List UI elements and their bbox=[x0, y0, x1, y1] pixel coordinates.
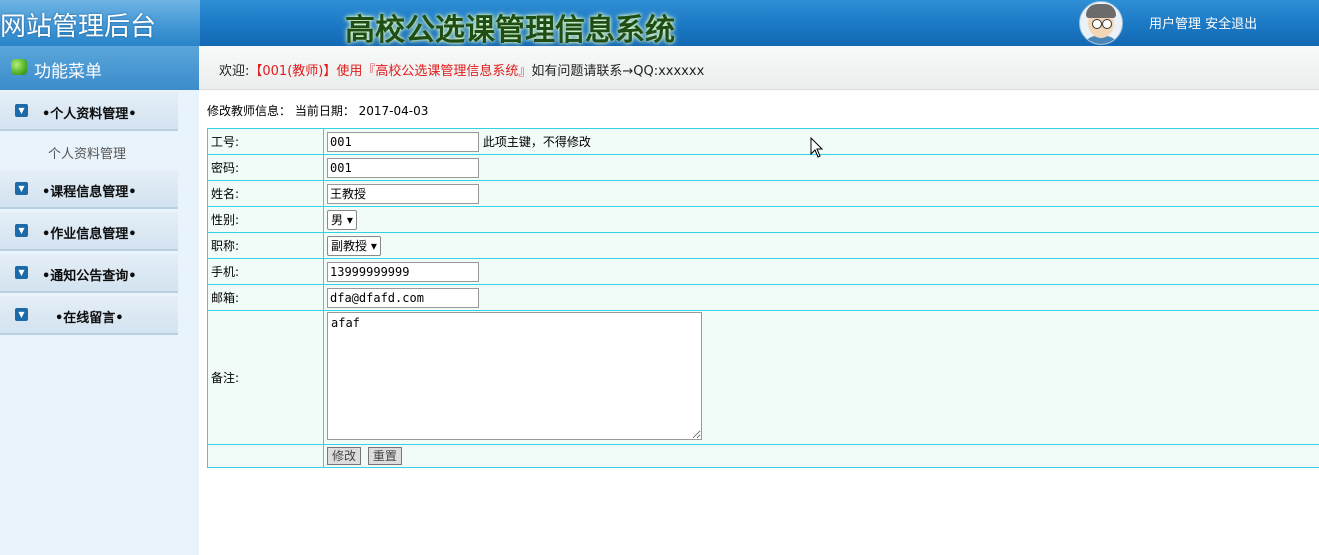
field-label: 工号: bbox=[207, 128, 324, 155]
field-cell bbox=[323, 284, 1319, 311]
user-manage-link[interactable]: 用户管理 bbox=[1149, 17, 1201, 32]
chevron-down-icon: ▼ bbox=[15, 266, 28, 279]
reset-button[interactable]: 重置 bbox=[367, 447, 402, 465]
welcome-user: 【001(教师)】使用『高校公选课管理信息系统』 bbox=[249, 64, 532, 79]
sidebar-item-label: •作业信息管理• bbox=[42, 227, 137, 242]
field-label: 备注: bbox=[207, 310, 324, 445]
sidebar: 功能菜单 ▼ •个人资料管理• 个人资料管理 ▼ •课程信息管理• ▼ •作业信… bbox=[0, 46, 200, 555]
field-cell bbox=[323, 180, 1319, 207]
logo-area: 网站管理后台 bbox=[0, 0, 200, 46]
sidebar-item-label: •个人资料管理• bbox=[42, 107, 137, 122]
cube-icon bbox=[11, 59, 27, 75]
top-header: 网站管理后台 高校公选课管理信息系统 用户管理 安全退出 bbox=[0, 0, 1319, 48]
submit-button[interactable]: 修改 bbox=[327, 447, 362, 465]
user-avatar[interactable] bbox=[1079, 1, 1123, 45]
welcome-suffix: 如有问题请联系→QQ:xxxxxx bbox=[531, 64, 705, 79]
chevron-down-icon: ▾ bbox=[346, 212, 353, 227]
teacher-form: 工号: 此项主键，不得修改 密码: 姓名: 性别: 男 ▾ 职称: bbox=[207, 128, 1319, 468]
title-select[interactable]: 副教授 ▾ bbox=[327, 235, 381, 256]
sidebar-item-notices[interactable]: ▼ •通知公告查询• bbox=[0, 254, 178, 293]
field-label: 职称: bbox=[207, 232, 324, 259]
sidebar-item-homework[interactable]: ▼ •作业信息管理• bbox=[0, 212, 178, 251]
mouse-cursor-icon bbox=[810, 137, 824, 158]
menu-title: 功能菜单 bbox=[34, 62, 102, 82]
id-hint: 此项主键，不得修改 bbox=[482, 134, 591, 149]
welcome-bar: 欢迎:【001(教师)】使用『高校公选课管理信息系统』如有问题请联系→QQ:xx… bbox=[199, 46, 1319, 90]
email-input[interactable] bbox=[327, 287, 479, 308]
chevron-down-icon: ▼ bbox=[15, 308, 28, 321]
sidebar-item-label: •通知公告查询• bbox=[42, 269, 137, 284]
form-row-note: 备注: afaf bbox=[207, 310, 1319, 445]
gender-select[interactable]: 男 ▾ bbox=[327, 209, 357, 230]
field-cell: afaf bbox=[323, 310, 1319, 445]
form-info: 修改教师信息： 当前日期： 2017-04-03 bbox=[207, 104, 429, 118]
sidebar-item-label: •课程信息管理• bbox=[42, 185, 137, 200]
name-input[interactable] bbox=[327, 183, 479, 204]
field-label: 姓名: bbox=[207, 180, 324, 207]
sidebar-item-messages[interactable]: ▼ •在线留言• bbox=[0, 296, 178, 335]
field-label: 邮箱: bbox=[207, 284, 324, 311]
id-input[interactable] bbox=[327, 131, 479, 152]
button-cell: 修改 重置 bbox=[323, 444, 1319, 468]
main-content: 修改教师信息： 当前日期： 2017-04-03 工号: 此项主键，不得修改 密… bbox=[199, 90, 1319, 555]
field-label: 密码: bbox=[207, 154, 324, 181]
empty-cell bbox=[207, 444, 324, 468]
chevron-down-icon: ▾ bbox=[370, 238, 377, 253]
top-links: 用户管理 安全退出 bbox=[1149, 13, 1257, 32]
logout-link[interactable]: 安全退出 bbox=[1205, 17, 1257, 32]
menu-header: 功能菜单 bbox=[0, 46, 199, 90]
system-title: 高校公选课管理信息系统 bbox=[345, 13, 675, 48]
welcome-text: 欢迎:【001(教师)】使用『高校公选课管理信息系统』如有问题请联系→QQ:xx… bbox=[219, 60, 704, 79]
sidebar-subitem-profile[interactable]: 个人资料管理 bbox=[48, 143, 126, 162]
chevron-down-icon: ▼ bbox=[15, 182, 28, 195]
field-label: 手机: bbox=[207, 258, 324, 285]
field-cell: 男 ▾ bbox=[323, 206, 1319, 233]
form-row-email: 邮箱: bbox=[207, 284, 1319, 311]
field-cell bbox=[323, 258, 1319, 285]
welcome-prefix: 欢迎: bbox=[219, 64, 250, 79]
form-row-title: 职称: 副教授 ▾ bbox=[207, 232, 1319, 259]
sidebar-item-courses[interactable]: ▼ •课程信息管理• bbox=[0, 170, 178, 209]
site-logo: 网站管理后台 bbox=[0, 12, 157, 42]
form-row-phone: 手机: bbox=[207, 258, 1319, 285]
avatar-eye-right bbox=[1102, 19, 1112, 29]
phone-input[interactable] bbox=[327, 261, 479, 282]
sidebar-item-profile[interactable]: ▼ •个人资料管理• bbox=[0, 92, 178, 131]
field-label: 性别: bbox=[207, 206, 324, 233]
gender-value: 男 bbox=[331, 212, 344, 227]
password-input[interactable] bbox=[327, 157, 479, 178]
form-row-password: 密码: bbox=[207, 154, 1319, 181]
note-textarea[interactable]: afaf bbox=[327, 312, 702, 440]
form-row-gender: 性别: 男 ▾ bbox=[207, 206, 1319, 233]
field-cell: 副教授 ▾ bbox=[323, 232, 1319, 259]
avatar-hair bbox=[1086, 4, 1116, 18]
form-row-name: 姓名: bbox=[207, 180, 1319, 207]
title-value: 副教授 bbox=[331, 238, 368, 253]
chevron-down-icon: ▼ bbox=[15, 104, 28, 117]
sidebar-item-label: •在线留言• bbox=[55, 311, 124, 326]
avatar-eye-left bbox=[1092, 19, 1102, 29]
chevron-down-icon: ▼ bbox=[15, 224, 28, 237]
form-row-buttons: 修改 重置 bbox=[207, 444, 1319, 468]
form-row-id: 工号: 此项主键，不得修改 bbox=[207, 128, 1319, 155]
